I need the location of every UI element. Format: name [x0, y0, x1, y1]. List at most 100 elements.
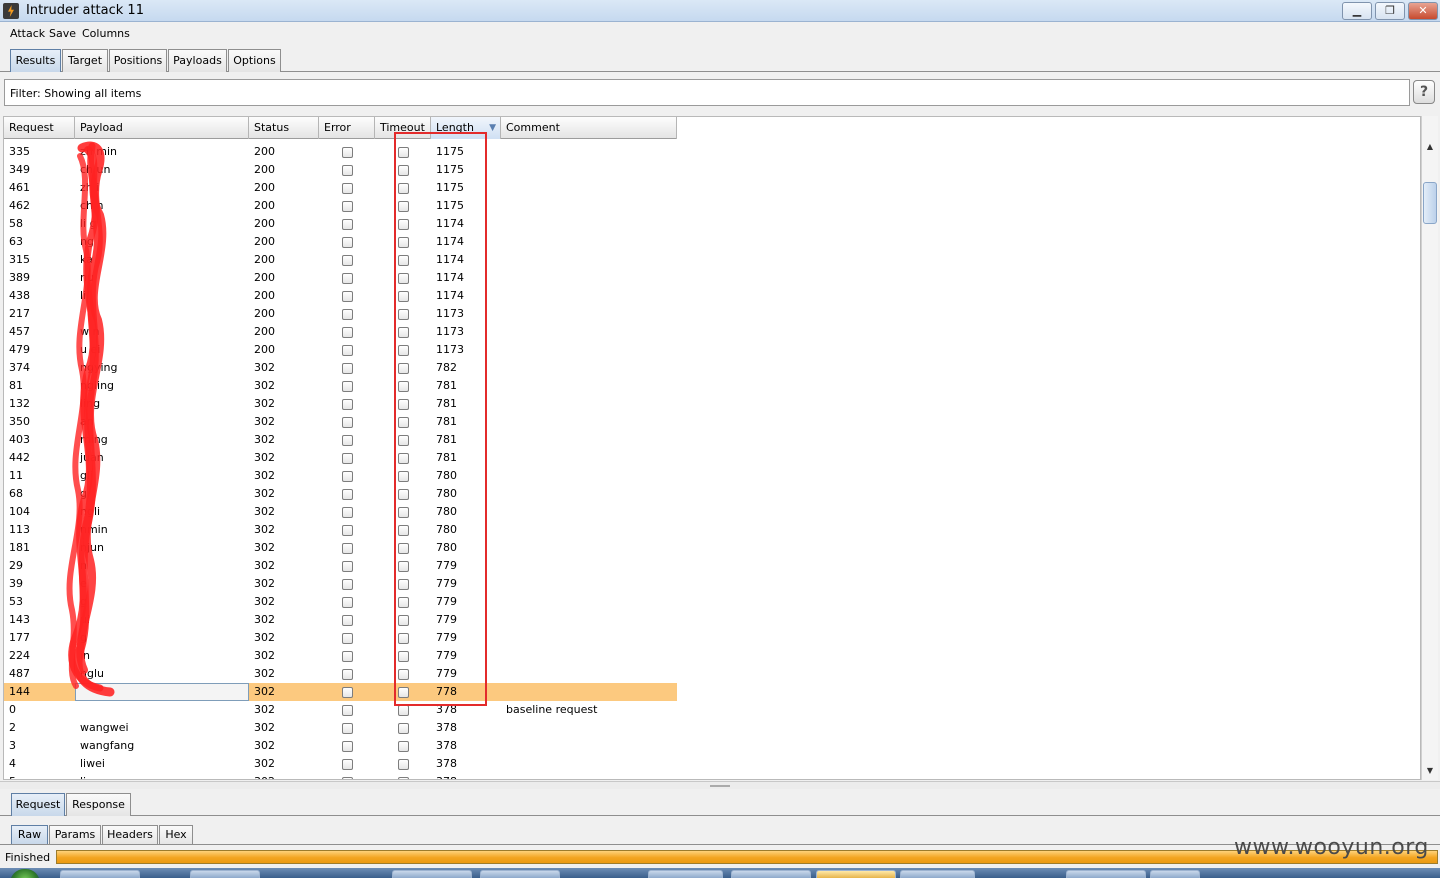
error-checkbox[interactable] — [342, 615, 353, 626]
error-checkbox[interactable] — [342, 237, 353, 248]
table-row[interactable]: 350 an 302 781 — [4, 413, 677, 431]
taskbar-button[interactable] — [392, 870, 472, 878]
table-row[interactable]: 217 200 1173 — [4, 305, 677, 323]
table-row[interactable]: 143 ui 302 779 — [4, 611, 677, 629]
table-row[interactable]: 181 njun 302 780 — [4, 539, 677, 557]
restore-button[interactable]: ❐ — [1375, 2, 1405, 20]
table-row[interactable]: 53 g 302 779 — [4, 593, 677, 611]
table-row[interactable]: 104 ngli 302 780 — [4, 503, 677, 521]
error-checkbox[interactable] — [342, 453, 353, 464]
error-checkbox[interactable] — [342, 723, 353, 734]
table-row[interactable]: 461 zh i 200 1175 — [4, 179, 677, 197]
vertical-scrollbar[interactable]: ▲ ▼ — [1421, 116, 1438, 780]
table-row[interactable]: 0 302 378 baseline request — [4, 701, 677, 719]
table-row[interactable]: 177 g 302 779 — [4, 629, 677, 647]
table-row[interactable]: 63 ng 200 1174 — [4, 233, 677, 251]
timeout-checkbox[interactable] — [398, 741, 409, 752]
tab-params[interactable]: Params — [49, 825, 101, 844]
help-button[interactable]: ? — [1413, 80, 1435, 104]
timeout-checkbox[interactable] — [398, 777, 409, 779]
timeout-checkbox[interactable] — [398, 705, 409, 716]
error-checkbox[interactable] — [342, 579, 353, 590]
col-header-payload[interactable]: Payload — [75, 117, 249, 139]
error-checkbox[interactable] — [342, 363, 353, 374]
taskbar-button[interactable] — [480, 870, 560, 878]
table-row[interactable]: 39 e 302 779 — [4, 575, 677, 593]
taskbar-button[interactable] — [900, 870, 975, 878]
close-button[interactable]: ✕ — [1408, 2, 1438, 20]
error-checkbox[interactable] — [342, 273, 353, 284]
col-header-comment[interactable]: Comment — [501, 117, 677, 139]
error-checkbox[interactable] — [342, 147, 353, 158]
start-button-icon[interactable] — [10, 869, 40, 878]
error-checkbox[interactable] — [342, 561, 353, 572]
error-checkbox[interactable] — [342, 507, 353, 518]
col-header-request[interactable]: Request — [4, 117, 75, 139]
minimize-button[interactable]: ▁ — [1342, 2, 1372, 20]
tab-headers[interactable]: Headers — [102, 825, 158, 844]
taskbar-button-active[interactable] — [816, 870, 896, 878]
timeout-checkbox[interactable] — [398, 759, 409, 770]
filter-bar[interactable]: Filter: Showing all items — [4, 79, 1410, 106]
scroll-thumb[interactable] — [1423, 182, 1437, 224]
tab-hex[interactable]: Hex — [159, 825, 193, 844]
payload-cell-focus[interactable] — [75, 683, 249, 701]
taskbar-button[interactable] — [731, 870, 811, 878]
tab-response[interactable]: Response — [66, 793, 131, 816]
table-row[interactable]: 2 wangwei 302 378 — [4, 719, 677, 737]
scroll-down-icon[interactable]: ▼ — [1424, 764, 1436, 778]
table-row[interactable]: 374 ngying 302 782 — [4, 359, 677, 377]
taskbar-button[interactable] — [648, 870, 723, 878]
table-row[interactable]: 11 gli 302 780 — [4, 467, 677, 485]
table-row[interactable]: 442 juan 302 781 — [4, 449, 677, 467]
table-row[interactable]: 68 g 302 780 — [4, 485, 677, 503]
table-row[interactable]: 479 u ei 200 1173 — [4, 341, 677, 359]
table-row[interactable]: 335 zh min 200 1175 — [4, 143, 677, 161]
tab-options[interactable]: Options — [228, 49, 281, 72]
table-row[interactable]: 81 ngling 302 781 — [4, 377, 677, 395]
taskbar-button[interactable] — [60, 870, 140, 878]
scroll-up-icon[interactable]: ▲ — [1424, 140, 1436, 154]
error-checkbox[interactable] — [342, 417, 353, 428]
error-checkbox[interactable] — [342, 489, 353, 500]
table-row[interactable]: 113 nmin 302 780 — [4, 521, 677, 539]
taskbar-button[interactable] — [1150, 870, 1200, 878]
error-checkbox[interactable] — [342, 219, 353, 230]
error-checkbox[interactable] — [342, 183, 353, 194]
table-row[interactable]: 457 w n 200 1173 — [4, 323, 677, 341]
table-row[interactable]: 132 ling 302 781 — [4, 395, 677, 413]
table-row[interactable]: 224 in 302 779 — [4, 647, 677, 665]
error-checkbox[interactable] — [342, 435, 353, 446]
table-row[interactable]: 3 wangfang 302 378 — [4, 737, 677, 755]
error-checkbox[interactable] — [342, 165, 353, 176]
tab-results[interactable]: Results — [10, 49, 61, 72]
table-row[interactable]: 315 ka 200 1174 — [4, 251, 677, 269]
error-checkbox[interactable] — [342, 399, 353, 410]
menu-save[interactable]: Save — [49, 27, 76, 40]
col-header-status[interactable]: Status — [249, 117, 319, 139]
error-checkbox[interactable] — [342, 381, 353, 392]
error-checkbox[interactable] — [342, 741, 353, 752]
error-checkbox[interactable] — [342, 525, 353, 536]
table-row[interactable]: 29 n 302 779 — [4, 557, 677, 575]
tab-payloads[interactable]: Payloads — [168, 49, 227, 72]
taskbar-button[interactable] — [190, 870, 260, 878]
splitter-grip[interactable] — [710, 785, 730, 787]
table-row[interactable]: 144 302 778 — [4, 683, 677, 701]
menu-attack[interactable]: Attack — [10, 27, 45, 40]
error-checkbox[interactable] — [342, 291, 353, 302]
error-checkbox[interactable] — [342, 669, 353, 680]
table-row[interactable]: 462 ch n 200 1175 — [4, 197, 677, 215]
timeout-checkbox[interactable] — [398, 723, 409, 734]
tab-target[interactable]: Target — [62, 49, 108, 72]
table-row[interactable]: 5 lina 302 378 — [4, 773, 677, 779]
table-row[interactable]: 403 ming 302 781 — [4, 431, 677, 449]
error-checkbox[interactable] — [342, 309, 353, 320]
table-row[interactable]: 438 li 200 1174 — [4, 287, 677, 305]
col-header-error[interactable]: Error — [319, 117, 375, 139]
pane-splitter[interactable] — [0, 781, 1440, 789]
error-checkbox[interactable] — [342, 471, 353, 482]
taskbar-button[interactable] — [1066, 870, 1146, 878]
tab-raw[interactable]: Raw — [11, 825, 48, 844]
error-checkbox[interactable] — [342, 633, 353, 644]
